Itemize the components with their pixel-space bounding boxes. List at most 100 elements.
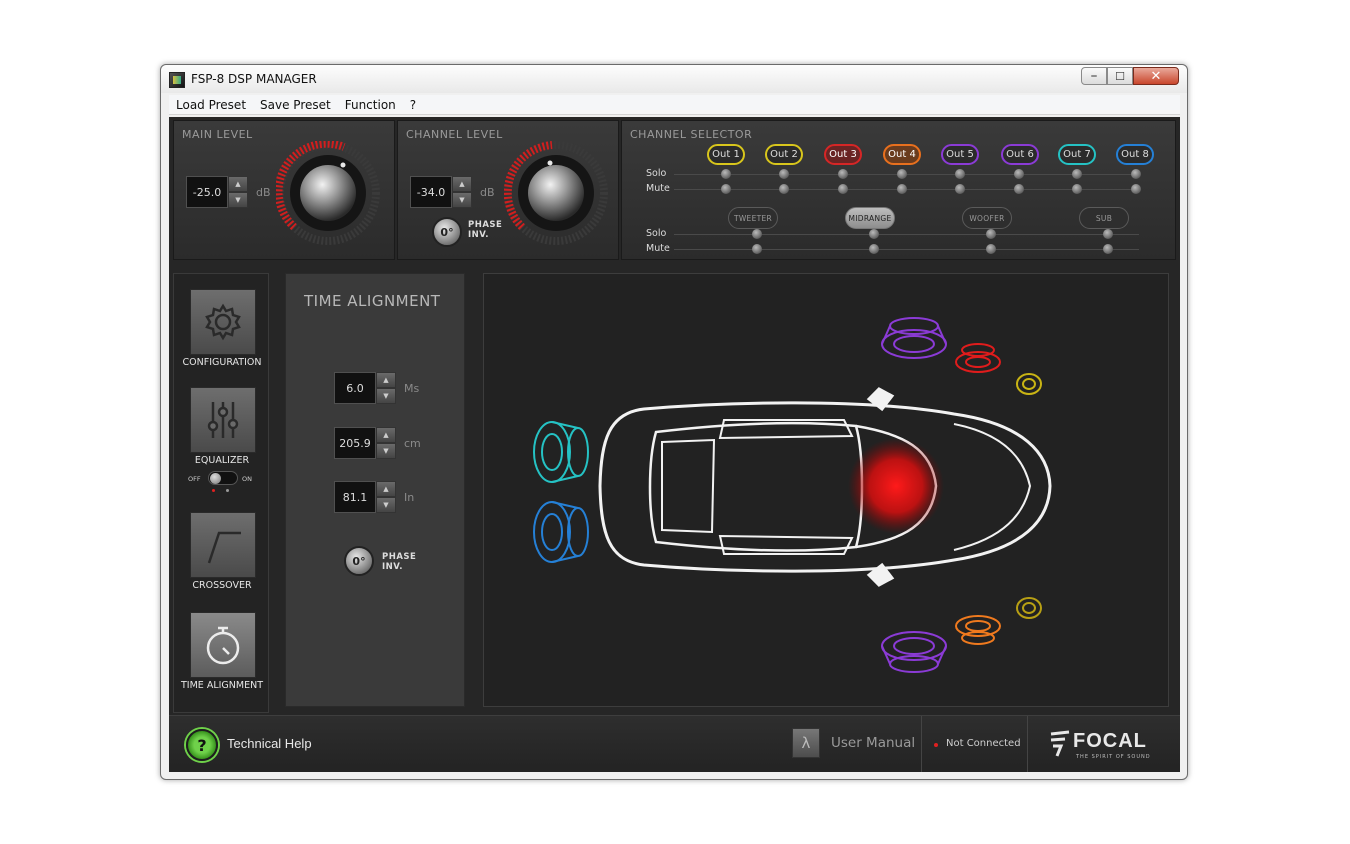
ms-down-button[interactable]: ▼ xyxy=(376,388,396,404)
sliders-icon xyxy=(207,402,239,438)
out-1-button[interactable]: Out 1 xyxy=(707,144,745,165)
focal-logo: FOCAL THE SPIRIT OF SOUND xyxy=(1049,730,1159,760)
app-icon xyxy=(169,72,185,88)
solo-out-6-toggle[interactable] xyxy=(1014,169,1024,179)
solo-out-7-toggle[interactable] xyxy=(1072,169,1082,179)
focal-emblem-icon xyxy=(1050,730,1070,757)
channel-selector-panel: CHANNEL SELECTOR Out 1 Out 2 Out 3 Out 4… xyxy=(621,120,1176,260)
group-tweeter-button[interactable]: TWEETER xyxy=(728,207,778,229)
group-midrange-button[interactable]: MIDRANGE xyxy=(845,207,895,229)
focal-tagline: THE SPIRIT OF SOUND xyxy=(1076,754,1151,760)
channel-level-up-button[interactable]: ▲ xyxy=(452,176,472,192)
solo-midrange-toggle[interactable] xyxy=(869,229,879,239)
mute-out-2-toggle[interactable] xyxy=(779,184,789,194)
user-manual-link[interactable]: User Manual xyxy=(831,735,915,751)
time-alignment-label: TIME ALIGNMENT xyxy=(181,680,263,691)
pdf-icon[interactable]: λ xyxy=(792,728,820,758)
speaker-out-3-icon xyxy=(955,343,1001,373)
minimize-button[interactable]: ⎯ xyxy=(1081,67,1107,85)
equalizer-button[interactable] xyxy=(190,387,256,453)
out-8-button[interactable]: Out 8 xyxy=(1116,144,1154,165)
main-level-value[interactable]: -25.0 xyxy=(186,176,228,208)
menu-load-preset[interactable]: Load Preset xyxy=(169,98,253,112)
help-icon[interactable]: ? xyxy=(186,729,218,761)
mute-out-7-toggle[interactable] xyxy=(1072,184,1082,194)
time-alignment-button[interactable] xyxy=(190,612,256,678)
out-2-button[interactable]: Out 2 xyxy=(765,144,803,165)
left-nav: CONFIGURATION EQUALIZER OFF ON CROSSOVER… xyxy=(173,273,269,713)
main-level-up-button[interactable]: ▲ xyxy=(228,176,248,192)
ms-up-button[interactable]: ▲ xyxy=(376,372,396,388)
time-alignment-panel: TIME ALIGNMENT 6.0 ▲ ▼ Ms 205.9 ▲ ▼ cm 8… xyxy=(285,273,465,707)
ms-value[interactable]: 6.0 xyxy=(334,372,376,404)
eq-toggle-on-label: ON xyxy=(242,475,252,483)
solo-out-8-toggle[interactable] xyxy=(1131,169,1141,179)
connection-status: Not Connected xyxy=(946,738,1021,749)
solo-out-4-toggle[interactable] xyxy=(897,169,907,179)
menu-help[interactable]: ? xyxy=(403,98,423,112)
mute-out-1-toggle[interactable] xyxy=(721,184,731,194)
mute-woofer-toggle[interactable] xyxy=(986,244,996,254)
channel-level-value[interactable]: -34.0 xyxy=(410,176,452,208)
menu-save-preset[interactable]: Save Preset xyxy=(253,98,338,112)
equalizer-toggle[interactable] xyxy=(208,471,238,485)
crossover-button[interactable] xyxy=(190,512,256,578)
solo-out-1-toggle[interactable] xyxy=(721,169,731,179)
speaker-out-1-icon xyxy=(1016,373,1042,395)
speaker-out-6-icon xyxy=(881,631,947,673)
close-button[interactable]: ✕ xyxy=(1133,67,1179,85)
cm-up-button[interactable]: ▲ xyxy=(376,427,396,443)
mute-tweeter-toggle[interactable] xyxy=(752,244,762,254)
out-3-button[interactable]: Out 3 xyxy=(824,144,862,165)
out-7-button[interactable]: Out 7 xyxy=(1058,144,1096,165)
mute-out-8-toggle[interactable] xyxy=(1131,184,1141,194)
speaker-out-7-icon xyxy=(533,421,589,483)
channel-level-label: CHANNEL LEVEL xyxy=(406,128,503,141)
ta-phase-button[interactable]: 0° xyxy=(344,546,374,576)
channel-level-stepper[interactable]: -34.0 ▲ ▼ xyxy=(410,176,474,208)
out-6-button[interactable]: Out 6 xyxy=(1001,144,1039,165)
in-unit: In xyxy=(404,491,415,504)
configuration-button[interactable] xyxy=(190,289,256,355)
out-5-button[interactable]: Out 5 xyxy=(941,144,979,165)
mute-out-4-toggle[interactable] xyxy=(897,184,907,194)
out-4-button[interactable]: Out 4 xyxy=(883,144,921,165)
main-level-down-button[interactable]: ▼ xyxy=(228,192,248,208)
menu-bar: Load Preset Save Preset Function ? xyxy=(169,95,1180,115)
in-stepper[interactable]: 81.1 ▲ ▼ xyxy=(334,481,398,513)
mute-out-3-toggle[interactable] xyxy=(838,184,848,194)
technical-help-link[interactable]: Technical Help xyxy=(227,736,312,751)
channel-phase-label: PHASE INV. xyxy=(468,220,502,240)
gear-icon xyxy=(205,303,241,341)
cm-down-button[interactable]: ▼ xyxy=(376,443,396,459)
mute-midrange-toggle[interactable] xyxy=(869,244,879,254)
group-sub-button[interactable]: SUB xyxy=(1079,207,1129,229)
solo-out-5-toggle[interactable] xyxy=(955,169,965,179)
mute-out-6-toggle[interactable] xyxy=(1014,184,1024,194)
cm-stepper[interactable]: 205.9 ▲ ▼ xyxy=(334,427,398,459)
mute-out-5-toggle[interactable] xyxy=(955,184,965,194)
ta-phase-label: PHASE INV. xyxy=(382,552,416,572)
solo-out-2-toggle[interactable] xyxy=(779,169,789,179)
ms-stepper[interactable]: 6.0 ▲ ▼ xyxy=(334,372,398,404)
equalizer-label: EQUALIZER xyxy=(194,455,250,466)
channel-phase-button[interactable]: 0° xyxy=(432,217,462,247)
car-outline xyxy=(598,387,1052,587)
solo-out-3-toggle[interactable] xyxy=(838,169,848,179)
in-up-button[interactable]: ▲ xyxy=(376,481,396,497)
solo-woofer-toggle[interactable] xyxy=(986,229,996,239)
cm-value[interactable]: 205.9 xyxy=(334,427,376,459)
solo-sub-toggle[interactable] xyxy=(1103,229,1113,239)
main-level-knob[interactable] xyxy=(274,139,380,245)
maximize-button[interactable]: ☐ xyxy=(1107,67,1133,85)
menu-function[interactable]: Function xyxy=(338,98,403,112)
channel-level-knob[interactable] xyxy=(503,141,608,245)
group-woofer-button[interactable]: WOOFER xyxy=(962,207,1012,229)
main-level-stepper[interactable]: -25.0 ▲ ▼ xyxy=(186,176,250,208)
solo-tweeter-toggle[interactable] xyxy=(752,229,762,239)
mute-sub-toggle[interactable] xyxy=(1103,244,1113,254)
in-value[interactable]: 81.1 xyxy=(334,481,376,513)
title-bar[interactable]: FSP-8 DSP MANAGER ⎯ ☐ ✕ xyxy=(161,65,1187,93)
channel-level-down-button[interactable]: ▼ xyxy=(452,192,472,208)
in-down-button[interactable]: ▼ xyxy=(376,497,396,513)
